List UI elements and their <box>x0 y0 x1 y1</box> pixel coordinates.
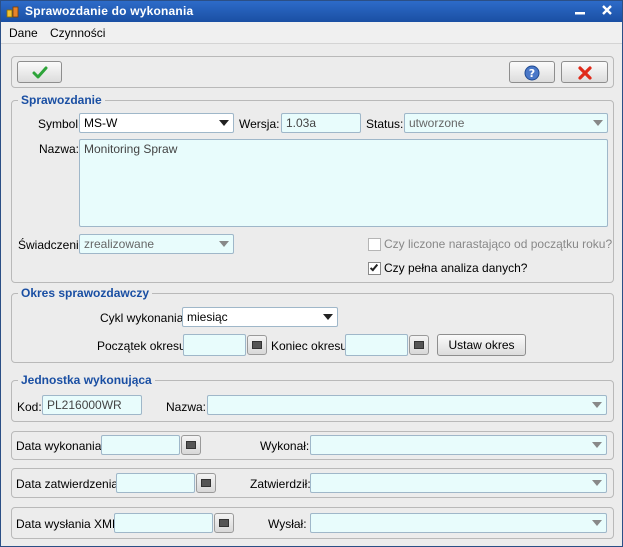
svg-text:?: ? <box>529 67 535 80</box>
zatwierdzil-select[interactable] <box>310 473 607 493</box>
chevron-down-icon <box>592 520 602 526</box>
checkmark-icon <box>32 66 47 79</box>
swiadczenia-label: Świadczenia <box>18 238 86 252</box>
zatwierdzil-label: Zatwierdził: <box>250 477 311 491</box>
calendar-icon <box>414 341 424 349</box>
data-wykonania-label: Data wykonania: <box>16 439 105 453</box>
status-select[interactable]: utworzone <box>404 113 608 133</box>
chevron-down-icon <box>593 120 603 126</box>
poczatek-calendar-button[interactable] <box>247 335 267 355</box>
koniec-calendar-button[interactable] <box>409 335 429 355</box>
koniec-field[interactable] <box>345 334 408 356</box>
zatwierdzenie-panel: Data zatwierdzenia: Zatwierdził: <box>11 468 614 498</box>
title-bar[interactable]: Sprawozdanie do wykonania <box>1 1 622 22</box>
pelna-analiza-label: Czy pełna analiza danych? <box>384 261 528 275</box>
kod-label: Kod: <box>17 400 42 414</box>
symbol-value: MS-W <box>84 116 118 130</box>
data-wyslania-field[interactable] <box>114 513 213 533</box>
chevron-down-icon <box>592 480 602 486</box>
panel-title-okres: Okres sprawozdawczy <box>18 286 153 300</box>
wersja-field[interactable]: 1.03a <box>281 113 361 133</box>
jednostka-nazwa-label: Nazwa: <box>166 400 207 414</box>
poczatek-label: Początek okresu: <box>97 339 190 353</box>
data-zatwierdzenia-calendar-button[interactable] <box>196 473 216 493</box>
nazwa-textarea[interactable]: Monitoring Spraw <box>79 139 608 227</box>
status-label: Status: <box>366 117 404 131</box>
ustaw-okres-button[interactable]: Ustaw okres <box>437 334 526 356</box>
app-icon <box>6 6 19 18</box>
symbol-select[interactable]: MS-W <box>79 113 234 133</box>
wyslal-label: Wysłał: <box>268 517 307 531</box>
calendar-icon <box>186 441 196 449</box>
help-icon: ? <box>524 65 540 81</box>
chevron-down-icon <box>219 241 229 247</box>
cykl-label: Cykl wykonania: <box>100 311 187 325</box>
wyslanie-panel: Data wysłania XML: Wysłał: <box>11 507 614 539</box>
calendar-icon <box>219 519 229 527</box>
data-wykonania-calendar-button[interactable] <box>181 435 201 455</box>
chevron-down-icon <box>592 442 602 448</box>
data-zatwierdzenia-label: Data zatwierdzenia: <box>16 477 122 491</box>
chevron-down-icon <box>592 402 602 408</box>
symbol-label: Symbol: <box>38 117 82 131</box>
wykonanie-panel: Data wykonania: Wykonał: <box>11 431 614 460</box>
data-wyslania-label: Data wysłania XML: <box>16 517 123 531</box>
chevron-down-icon <box>323 314 333 320</box>
panel-title-sprawozdanie: Sprawozdanie <box>18 93 105 107</box>
menu-dane[interactable]: Dane <box>9 26 38 40</box>
jednostka-panel: Jednostka wykonująca Kod: PL216000WR Naz… <box>11 373 614 422</box>
menu-bar: Dane Czynności <box>1 22 622 44</box>
kod-field[interactable]: PL216000WR <box>42 395 142 415</box>
wyslal-select[interactable] <box>310 513 607 533</box>
wykonal-label: Wykonał: <box>260 439 310 453</box>
narastajaco-checkbox[interactable] <box>368 238 381 251</box>
toolbar-panel: ? <box>11 56 614 88</box>
ok-button[interactable] <box>17 61 62 83</box>
cykl-select[interactable]: miesiąc <box>182 307 338 327</box>
status-value: utworzone <box>409 116 465 130</box>
sprawozdanie-panel: Sprawozdanie Symbol: MS-W Wersja: 1.03a … <box>11 93 614 283</box>
koniec-label: Koniec okresu: <box>271 339 351 353</box>
help-button[interactable]: ? <box>509 61 555 83</box>
pelna-analiza-checkbox[interactable] <box>368 262 381 275</box>
chevron-down-icon <box>219 120 229 126</box>
data-zatwierdzenia-field[interactable] <box>116 473 195 493</box>
data-wyslania-calendar-button[interactable] <box>214 513 234 533</box>
cancel-button[interactable] <box>561 61 608 83</box>
cykl-value: miesiąc <box>187 310 228 324</box>
calendar-icon <box>252 341 262 349</box>
swiadczenia-value: zrealizowane <box>84 237 155 251</box>
close-button[interactable] <box>599 4 615 19</box>
close-icon <box>602 5 612 15</box>
wykonal-select[interactable] <box>310 435 607 455</box>
wersja-label: Wersja: <box>239 117 280 131</box>
panel-title-jednostka: Jednostka wykonująca <box>18 373 155 387</box>
minimize-icon <box>575 12 585 15</box>
ustaw-okres-label: Ustaw okres <box>448 338 515 352</box>
cancel-icon <box>577 66 592 80</box>
menu-czynnosci[interactable]: Czynności <box>50 26 105 40</box>
calendar-icon <box>201 479 211 487</box>
dialog-window: Sprawozdanie do wykonania Dane Czynności… <box>0 0 623 547</box>
checkmark-icon <box>369 262 379 272</box>
poczatek-field[interactable] <box>183 334 246 356</box>
data-wykonania-field[interactable] <box>101 435 180 455</box>
minimize-button[interactable] <box>572 4 588 19</box>
window-title: Sprawozdanie do wykonania <box>25 4 194 18</box>
swiadczenia-select[interactable]: zrealizowane <box>79 234 234 254</box>
nazwa-label: Nazwa: <box>39 142 80 156</box>
jednostka-nazwa-select[interactable] <box>207 395 607 415</box>
okres-panel: Okres sprawozdawczy Cykl wykonania: mies… <box>11 286 614 363</box>
narastajaco-label: Czy liczone narastająco od początku roku… <box>384 237 613 251</box>
